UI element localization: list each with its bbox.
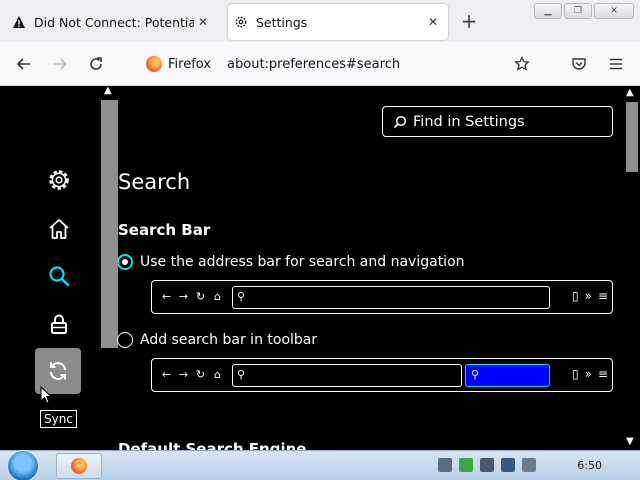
home-icon	[49, 219, 69, 239]
pocket-icon	[572, 58, 586, 70]
hamburger-menu-icon: ≡	[597, 367, 608, 381]
page-title: Search	[118, 170, 191, 194]
library-icon: ▯	[571, 367, 579, 381]
sync-icon	[50, 362, 66, 380]
tab-security-issue[interactable]: Did Not Connect: Potential Security Issu…	[6, 4, 218, 40]
clock[interactable]: 6:50	[577, 459, 602, 472]
address-bar-preview: ← → ↻ ⌂ ⚲ ▯ » ≡	[151, 280, 613, 314]
tab-title: Settings	[256, 14, 308, 30]
sidebar-scroll-up-icon[interactable]: ▲	[104, 86, 112, 96]
maximize-button[interactable]: ❐	[564, 3, 592, 19]
forward-button[interactable]	[48, 52, 72, 76]
reload-icon: ↻	[195, 290, 206, 303]
home-icon: ⌂	[214, 368, 221, 381]
hamburger-menu-icon: ≡	[597, 289, 608, 303]
navigation-toolbar: Firefox about:preferences#search	[0, 42, 640, 86]
back-arrow-icon	[16, 58, 30, 70]
overflow-chevron-icon: »	[584, 289, 592, 303]
toolbar-search-preview: ← → ↻ ⌂ ⚲ ⚲ ▯ » ≡	[151, 358, 613, 392]
lock-icon	[51, 314, 67, 334]
network-icon[interactable]	[501, 458, 515, 472]
back-arrow-icon: ←	[161, 368, 172, 381]
address-bar[interactable]: Firefox about:preferences#search	[138, 48, 536, 80]
radio-button-unselected[interactable]	[117, 332, 133, 348]
forward-arrow-icon: →	[178, 290, 189, 303]
close-tab-icon[interactable]: ✕	[424, 15, 442, 29]
tab-settings[interactable]: Settings ✕	[228, 4, 448, 40]
preview-url-field: ⚲	[232, 286, 550, 309]
taskbar: 6:50	[0, 450, 640, 480]
reload-icon: ↻	[195, 368, 206, 381]
pocket-button[interactable]	[567, 52, 591, 76]
preferences-content: ▲ Sync Find in Settings Search Search Ba…	[0, 86, 640, 450]
find-in-settings-input[interactable]: Find in Settings	[382, 106, 613, 137]
scroll-down-icon[interactable]: ▼	[626, 436, 634, 447]
tray-app-icon[interactable]	[438, 458, 452, 472]
radio-button-selected[interactable]	[117, 254, 133, 270]
sidebar-item-search[interactable]	[44, 261, 74, 291]
system-tray	[438, 458, 536, 472]
tab-title: Did Not Connect: Potential Security Issu…	[34, 14, 194, 30]
search-icon	[49, 266, 70, 287]
search-icon: ⚲	[237, 290, 246, 303]
star-icon	[514, 56, 530, 71]
gear-icon	[232, 13, 250, 31]
firefox-logo-icon	[146, 56, 162, 72]
firefox-logo-icon	[71, 458, 87, 474]
section-heading-search-bar: Search Bar	[118, 221, 211, 239]
forward-arrow-icon	[54, 58, 68, 70]
home-icon: ⌂	[214, 290, 221, 303]
radio-label: Use the address bar for search and navig…	[140, 254, 465, 270]
window-controls: ▁ ❐ ✕	[534, 3, 634, 19]
radio-label: Add search bar in toolbar	[140, 332, 318, 348]
preview-url-field: ⚲	[232, 364, 462, 387]
url-text[interactable]: about:preferences#search	[227, 57, 400, 72]
section-heading-default-engine: Default Search Engine	[118, 440, 307, 450]
start-button[interactable]	[7, 450, 39, 480]
menu-button[interactable]	[604, 52, 628, 76]
reload-icon	[90, 57, 102, 70]
page-scrollbar[interactable]: ▲ ▼	[622, 86, 640, 450]
preview-search-field: ⚲	[465, 364, 550, 387]
library-icon: ▯	[571, 289, 579, 303]
tab-strip: Did Not Connect: Potential Security Issu…	[0, 0, 640, 42]
flag-icon[interactable]	[480, 458, 494, 472]
back-button[interactable]	[12, 52, 36, 76]
volume-icon[interactable]	[522, 458, 536, 472]
sidebar-scrollbar[interactable]	[101, 100, 118, 348]
sidebar-item-privacy[interactable]	[44, 309, 74, 339]
preview-toolbar-icons: ▯ » ≡	[572, 289, 608, 303]
search-icon: ⚲	[471, 368, 480, 381]
sidebar-item-home[interactable]	[44, 214, 74, 244]
reload-button[interactable]	[84, 52, 108, 76]
tray-check-icon[interactable]	[459, 458, 473, 472]
preview-toolbar-icons: ▯ » ≡	[572, 367, 608, 381]
radio-address-bar-option[interactable]: Use the address bar for search and navig…	[117, 254, 465, 270]
identity-label: Firefox	[168, 56, 212, 72]
preview-nav-icons: ← → ↻ ⌂	[160, 368, 224, 382]
radio-toolbar-option[interactable]: Add search bar in toolbar	[117, 332, 317, 348]
bookmark-star-button[interactable]	[510, 52, 534, 76]
new-tab-button[interactable]: +	[458, 10, 480, 32]
sync-tooltip: Sync	[40, 410, 77, 428]
taskbar-firefox-button[interactable]	[56, 453, 102, 479]
close-tab-icon[interactable]: ✕	[194, 15, 212, 29]
find-placeholder: Find in Settings	[413, 113, 525, 130]
minimize-button[interactable]: ▁	[534, 3, 562, 19]
search-icon	[393, 115, 407, 128]
window-close-button[interactable]: ✕	[594, 3, 634, 19]
back-arrow-icon: ←	[161, 290, 172, 303]
gear-icon	[49, 170, 69, 190]
overflow-chevron-icon: »	[584, 367, 592, 381]
search-icon: ⚲	[237, 368, 246, 381]
forward-arrow-icon: →	[178, 368, 189, 381]
preview-nav-icons: ← → ↻ ⌂	[160, 290, 224, 304]
hamburger-menu-icon	[610, 58, 622, 70]
scroll-up-icon[interactable]: ▲	[626, 87, 634, 98]
scrollbar-thumb[interactable]	[626, 102, 638, 172]
mouse-cursor-icon	[40, 385, 53, 408]
warning-icon	[10, 13, 28, 31]
sidebar-item-general[interactable]	[44, 165, 74, 195]
